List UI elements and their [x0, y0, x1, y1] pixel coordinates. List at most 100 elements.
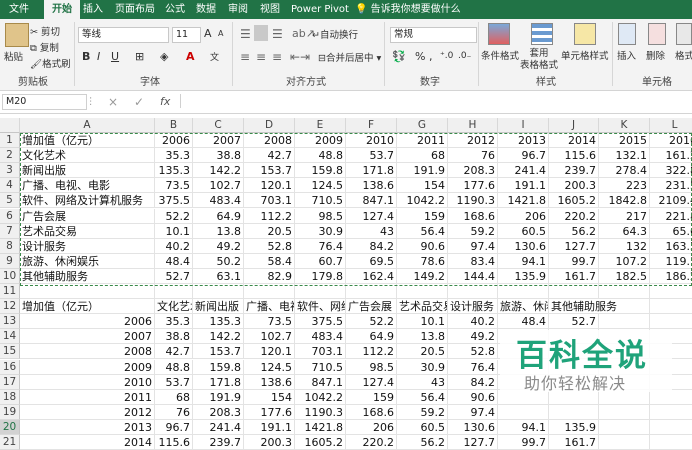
number-format-select[interactable]: 常规 — [390, 27, 477, 43]
table2-year-cell[interactable]: 2010 — [20, 374, 155, 390]
table2-value-cell[interactable]: 68 — [155, 389, 193, 405]
table1-value-cell[interactable]: 127.4 — [346, 208, 397, 224]
tab-review[interactable]: 审阅 — [225, 0, 251, 19]
table2-series-header[interactable]: 设计服务 — [448, 299, 498, 315]
table2-value-cell[interactable]: 191.1 — [244, 419, 295, 435]
empty-cell[interactable] — [599, 284, 650, 299]
table2-series-header[interactable]: 软件、网络及计算机服务 — [295, 299, 346, 315]
format-painter-button[interactable]: 🖌格式刷 — [30, 56, 71, 70]
format-cells-button[interactable]: 格式 — [675, 48, 692, 62]
align-bottom-icon[interactable]: ☰ — [272, 27, 283, 41]
table1-category-cell[interactable]: 新闻出版 — [20, 163, 155, 179]
table1-value-cell[interactable]: 73.5 — [155, 178, 193, 194]
table1-value-cell[interactable]: 703.1 — [244, 193, 295, 209]
table1-category-cell[interactable]: 艺术品交易 — [20, 223, 155, 239]
table1-value-cell[interactable]: 84.2 — [346, 238, 397, 254]
table1-value-cell[interactable]: 13.8 — [193, 223, 244, 239]
table1-value-cell[interactable]: 159.8 — [295, 163, 346, 179]
table2-value-cell[interactable]: 127.7 — [448, 435, 498, 450]
empty-cell[interactable] — [599, 314, 650, 330]
empty-cell[interactable] — [20, 284, 155, 299]
table2-value-cell[interactable]: 171.8 — [193, 374, 244, 390]
column-header-h[interactable]: H — [448, 118, 498, 133]
column-header-f[interactable]: F — [346, 118, 397, 133]
table1-header-label[interactable]: 增加值（亿元） — [20, 133, 155, 148]
cell-styles-button[interactable]: 单元格样式 — [561, 48, 609, 62]
phonetic-icon[interactable]: 文 — [210, 50, 219, 63]
table2-value-cell[interactable]: 1190.3 — [295, 404, 346, 420]
table1-value-cell[interactable]: 64.9 — [193, 208, 244, 224]
table1-value-cell[interactable]: 38.8 — [193, 148, 244, 164]
table1-category-cell[interactable]: 广告会展 — [20, 208, 155, 224]
copy-button[interactable]: ⧉ 复制 — [30, 40, 59, 54]
table1-value-cell[interactable]: 30.9 — [295, 223, 346, 239]
row-header-7[interactable]: 7 — [0, 223, 20, 239]
table2-value-cell[interactable]: 76.4 — [448, 359, 498, 375]
table2-value-cell[interactable]: 52.8 — [448, 344, 498, 360]
table1-value-cell[interactable]: 239.7 — [549, 163, 599, 179]
table1-value-cell[interactable]: 1605.2 — [549, 193, 599, 209]
table1-value-cell[interactable]: 64.3 — [599, 223, 650, 239]
table1-value-cell[interactable]: 221.8 — [650, 209, 692, 224]
table2-year-cell[interactable]: 2006 — [20, 314, 155, 330]
table2-value-cell[interactable]: 200.3 — [244, 435, 295, 450]
row-header-19[interactable]: 19 — [0, 404, 20, 420]
table2-series-header[interactable]: 其他辅助服务 — [549, 299, 617, 315]
decrease-decimal-icon[interactable]: .0₋ — [458, 51, 471, 61]
table2-value-cell[interactable]: 1605.2 — [295, 435, 346, 450]
table1-value-cell[interactable]: 168.6 — [448, 208, 498, 224]
table2-year-cell[interactable]: 2007 — [20, 329, 155, 345]
table1-value-cell[interactable]: 186.2 — [650, 269, 692, 284]
table1-value-cell[interactable]: 119.1 — [650, 254, 692, 269]
column-header-b[interactable]: B — [155, 118, 193, 133]
table1-year-header[interactable]: 2011 — [397, 133, 448, 148]
column-header-g[interactable]: G — [397, 118, 448, 133]
table1-value-cell[interactable]: 191.1 — [498, 178, 549, 194]
empty-cell[interactable] — [346, 284, 397, 299]
insert-function-icon[interactable]: fx — [160, 95, 170, 108]
empty-cell[interactable] — [244, 284, 295, 299]
tab-data[interactable]: 数据 — [193, 0, 219, 19]
merge-center-button[interactable]: ⊟合并后居中 ▾ — [318, 50, 381, 64]
currency-icon[interactable]: 💱 — [392, 50, 406, 63]
table1-value-cell[interactable]: 60.7 — [295, 253, 346, 269]
table2-series-header[interactable]: 广告会展 — [346, 299, 397, 315]
enter-icon[interactable]: ✓ — [134, 95, 144, 109]
table1-value-cell[interactable]: 375.5 — [155, 193, 193, 209]
name-box[interactable]: M20 — [2, 94, 87, 110]
underline-button[interactable]: U — [111, 50, 119, 63]
empty-cell[interactable] — [650, 299, 692, 315]
table2-value-cell[interactable]: 703.1 — [295, 344, 346, 360]
table2-value-cell[interactable]: 48.8 — [155, 359, 193, 375]
table1-value-cell[interactable]: 142.2 — [193, 163, 244, 179]
row-header-10[interactable]: 10 — [0, 268, 20, 284]
column-header-k[interactable]: K — [599, 118, 650, 133]
column-header-c[interactable]: C — [193, 118, 244, 133]
table1-value-cell[interactable]: 112.2 — [244, 208, 295, 224]
row-header-8[interactable]: 8 — [0, 238, 20, 254]
table2-value-cell[interactable]: 115.6 — [155, 435, 193, 450]
row-header-12[interactable]: 12 — [0, 299, 20, 315]
table2-value-cell[interactable]: 59.2 — [397, 404, 448, 420]
table1-value-cell[interactable]: 191.9 — [397, 163, 448, 179]
empty-cell[interactable] — [549, 284, 599, 299]
empty-cell[interactable] — [650, 420, 692, 435]
table1-value-cell[interactable]: 63.1 — [193, 268, 244, 284]
table1-value-cell[interactable]: 1842.8 — [599, 193, 650, 209]
table1-value-cell[interactable]: 42.7 — [244, 148, 295, 164]
table1-year-header[interactable]: 2008 — [244, 133, 295, 148]
percent-button[interactable]: % — [415, 50, 425, 63]
tell-me-box[interactable]: 💡 告诉我你想要做什么 — [352, 0, 464, 19]
table1-value-cell[interactable]: 231.5 — [650, 178, 692, 194]
table1-value-cell[interactable]: 49.2 — [193, 238, 244, 254]
align-center-icon[interactable]: ≡ — [256, 50, 266, 64]
select-all-corner[interactable] — [0, 118, 20, 133]
wrap-text-button[interactable]: ↵自动换行 — [312, 27, 358, 41]
table1-value-cell[interactable]: 82.9 — [244, 268, 295, 284]
table1-year-header[interactable]: 2014 — [549, 133, 599, 148]
column-header-d[interactable]: D — [244, 118, 295, 133]
table2-value-cell[interactable]: 64.9 — [346, 329, 397, 345]
table2-value-cell[interactable]: 10.1 — [397, 314, 448, 330]
table1-value-cell[interactable]: 138.6 — [346, 178, 397, 194]
table1-value-cell[interactable]: 223 — [599, 178, 650, 194]
